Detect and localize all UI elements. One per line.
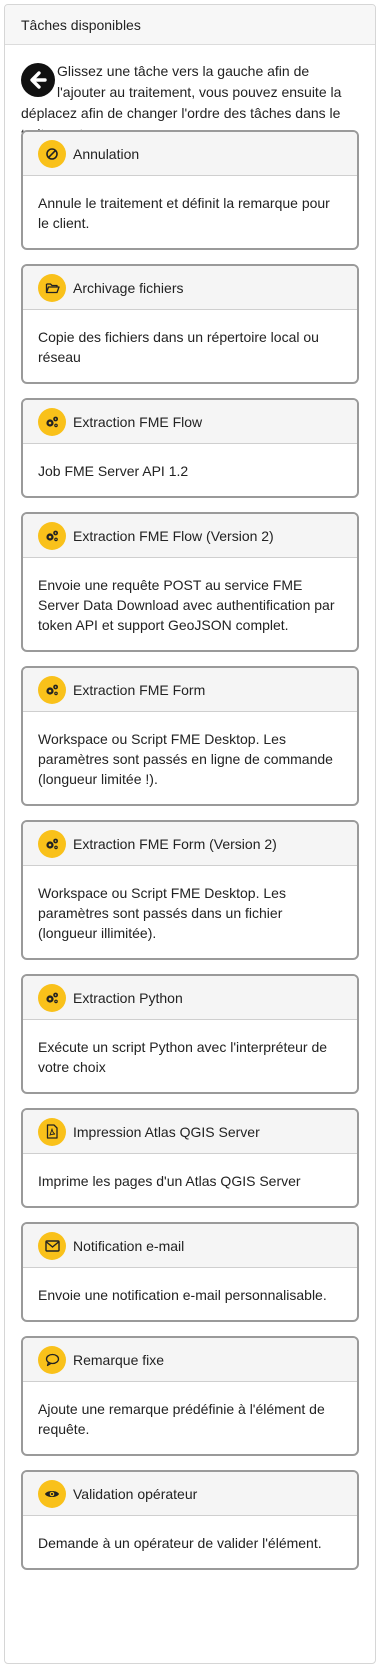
task-description: Annule le traitement et définit la remar… [38,195,330,231]
comment-icon [38,1345,66,1374]
task-title: Notification e-mail [73,1237,185,1254]
task-card-header[interactable]: Extraction Python [23,976,357,1020]
task-description: Exécute un script Python avec l'interpré… [38,1039,328,1075]
task-title: Impression Atlas QGIS Server [73,1123,260,1140]
task-description: Demande à un opérateur de valider l'élém… [38,1535,322,1551]
task-title: Archivage fichiers [73,279,184,296]
task-title: Extraction FME Form (Version 2) [73,835,277,852]
task-card[interactable]: Extraction FME Flow (Version 2) Envoie un… [21,512,359,652]
task-title: Extraction Python [73,989,183,1006]
gears-icon [38,407,66,436]
task-card[interactable]: Remarque fixe Ajoute une remarque prédéfi… [21,1336,359,1456]
panel-header: Tâches disponibles [5,5,375,45]
ban-icon [38,139,66,168]
task-card-header[interactable]: Extraction FME Form (Version 2) [23,822,357,866]
task-card[interactable]: Validation opérateur Demande à un opérate… [21,1470,359,1570]
task-card[interactable]: Annulation Annule le traitement et défini… [21,130,359,250]
task-list: Annulation Annule le traitement et défini… [21,130,359,1584]
task-title: Extraction FME Flow (Version 2) [73,527,274,544]
task-card-header[interactable]: Remarque fixe [23,1338,357,1382]
task-description: Imprime les pages d'un Atlas QGIS Server [38,1173,301,1189]
task-card[interactable]: Archivage fichiers Copie des fichiers dan… [21,264,359,384]
task-description: Ajoute une remarque prédéfinie à l'éléme… [38,1401,325,1437]
task-card[interactable]: Extraction FME Form Workspace ou Script F… [21,666,359,806]
task-card-header[interactable]: Extraction FME Form [23,668,357,712]
task-card-header[interactable]: Extraction FME Flow (Version 2) [23,514,357,558]
arrow-left-circle-icon [21,63,55,97]
task-description: Envoie une requête POST au service FME S… [38,577,335,633]
task-description: Copie des fichiers dans un répertoire lo… [38,329,319,365]
task-title: Remarque fixe [73,1351,165,1368]
task-card-header[interactable]: Annulation [23,132,357,176]
gears-icon [38,521,66,550]
task-card-header[interactable]: Archivage fichiers [23,266,357,310]
task-description: Envoie une notification e-mail personnal… [38,1287,327,1303]
eye-icon [38,1479,66,1508]
folder-open-icon [38,273,66,302]
task-title: Extraction FME Flow [73,413,203,430]
gears-icon [38,675,66,704]
task-card-header[interactable]: Impression Atlas QGIS Server [23,1110,357,1154]
task-card-header[interactable]: Extraction FME Flow [23,400,357,444]
task-card-header[interactable]: Validation opérateur [23,1472,357,1516]
task-title: Extraction FME Form [73,681,206,698]
task-card-header[interactable]: Notification e-mail [23,1224,357,1268]
task-title: Annulation [73,145,140,162]
task-description: Workspace ou Script FME Desktop. Les par… [38,885,286,941]
task-description: Job FME Server API 1.2 [38,463,189,479]
task-title: Validation opérateur [73,1485,198,1502]
envelope-icon [38,1231,66,1260]
pdf-file-icon [38,1117,66,1146]
task-card[interactable]: Extraction FME Flow Job FME Server API 1.… [21,398,359,498]
instructions: Glissez une tâche vers la gauche afin de… [21,61,359,142]
task-description: Workspace ou Script FME Desktop. Les par… [38,731,333,787]
task-card[interactable]: Notification e-mail Envoie une notificati… [21,1222,359,1322]
task-card[interactable]: Extraction Python Exécute un script Pytho… [21,974,359,1094]
available-tasks-panel: Tâches disponibles Glissez une tâche ver… [4,4,376,1664]
panel-title: Tâches disponibles [21,16,141,33]
task-card[interactable]: Impression Atlas QGIS Server Imprime les … [21,1108,359,1208]
gears-icon [38,829,66,858]
gears-icon [38,983,66,1012]
task-card[interactable]: Extraction FME Form (Version 2) Workspace… [21,820,359,960]
